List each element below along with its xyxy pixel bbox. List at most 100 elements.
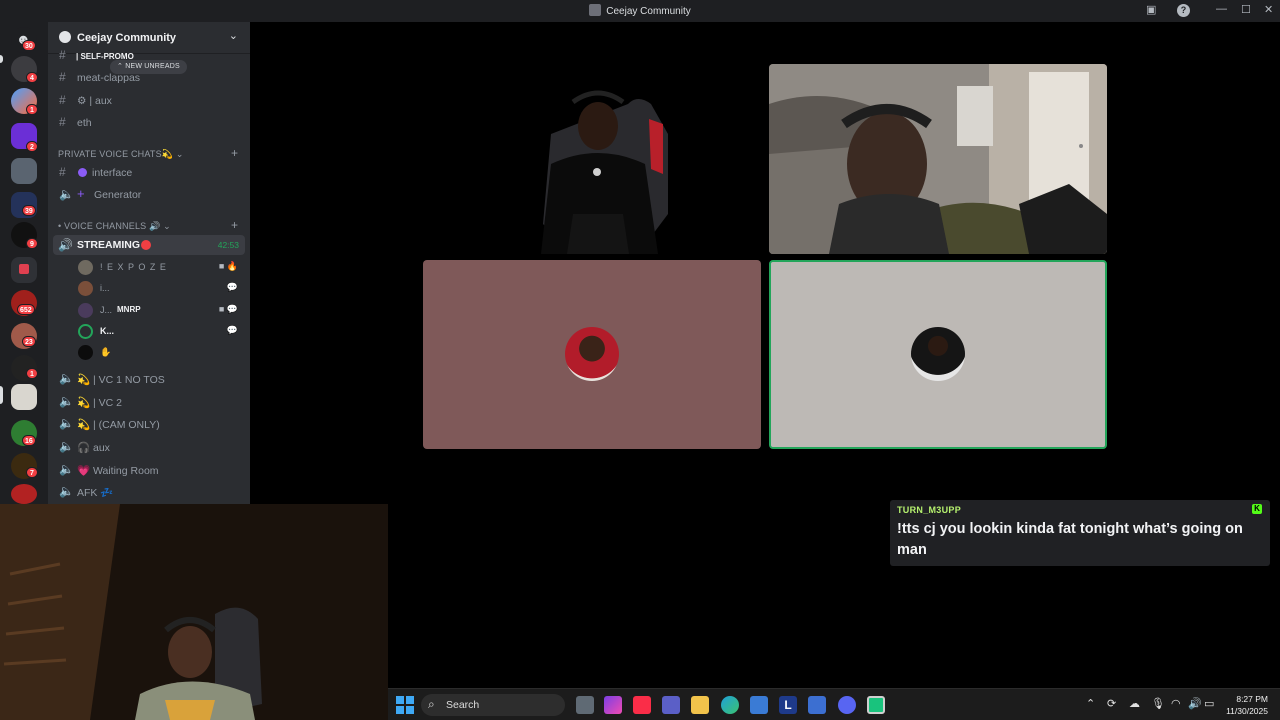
inbox-icon[interactable]: ▣ <box>1146 3 1156 16</box>
participant-video <box>769 64 1107 254</box>
app-icon[interactable] <box>808 696 826 714</box>
server-rail: ☻ 30 4 1 2 39 9 652 23 1 16 7 <box>0 22 48 504</box>
folder-icon[interactable] <box>11 257 37 283</box>
channel-eth[interactable]: # eth <box>54 113 244 133</box>
voice-user[interactable]: i... 💬 <box>78 278 244 298</box>
speaker-icon: 🔈 <box>59 416 74 430</box>
channel-label: AFK 💤 <box>77 487 114 499</box>
microphone-icon[interactable]: 🎙 <box>1151 697 1165 710</box>
voice-channel-afk[interactable]: 🔈 AFK 💤 <box>54 482 244 502</box>
participant-avatar <box>565 327 619 381</box>
store-icon[interactable] <box>750 696 768 714</box>
taskbar-search[interactable]: ⌕ Search <box>421 694 565 716</box>
voice-user[interactable]: ✋ <box>78 342 244 362</box>
channel-label: ⚙ | aux <box>77 95 112 107</box>
server-icon[interactable] <box>11 484 37 504</box>
new-unreads-pill[interactable]: ⌃ NEW UNREADS <box>110 60 187 74</box>
windows-start-icon[interactable] <box>396 696 414 714</box>
server-badge: 1 <box>26 368 38 379</box>
server-icon-ceejay[interactable] <box>11 384 37 410</box>
voice-channel-waiting-room[interactable]: 🔈 💗 Waiting Room <box>54 460 244 480</box>
taskbar-clock[interactable]: 8:27 PM 11/30/2025 <box>1226 693 1268 717</box>
music-icon[interactable] <box>633 696 651 714</box>
avatar <box>78 260 93 275</box>
server-badge: 4 <box>26 72 38 83</box>
category-voice-channels[interactable]: • VOICE CHANNELS 🔊 ⌄ <box>58 221 171 232</box>
l-app-icon[interactable]: L <box>779 696 797 714</box>
clock-date: 11/30/2025 <box>1226 706 1268 716</box>
sync-icon[interactable]: ⟳ <box>1107 697 1116 710</box>
selected-indicator <box>0 386 3 404</box>
chevron-up-icon[interactable]: ⌃ <box>1086 697 1095 710</box>
hash-icon: # <box>59 70 66 84</box>
chat-username: TURN_M3UPP <box>897 505 962 515</box>
voice-channel-vc2[interactable]: 🔈 💫 | VC 2 <box>54 392 244 412</box>
wifi-icon[interactable]: ◠ <box>1171 697 1181 710</box>
speaker-icon: 🔈 <box>59 394 74 408</box>
voice-channel-aux[interactable]: 🔈 🎧 aux <box>54 437 244 457</box>
task-view-icon[interactable] <box>576 696 594 714</box>
minimize-button[interactable]: — <box>1216 3 1227 15</box>
help-icon[interactable]: ? <box>1177 4 1190 17</box>
active-app-icon[interactable] <box>867 696 885 714</box>
copilot-icon[interactable] <box>604 696 622 714</box>
voice-channel-cam-only[interactable]: 🔈 💫 | (CAM ONLY) <box>54 414 244 434</box>
chevron-down-icon[interactable]: ⌄ <box>229 29 238 42</box>
voice-user[interactable]: J... MNRP ■ 💬 <box>78 300 244 320</box>
voice-user-name: ✋ <box>100 347 112 357</box>
channel-label: interface <box>92 167 133 179</box>
speaker-icon: 🔈 <box>59 187 74 201</box>
speaker-icon: 🔈 <box>59 371 74 385</box>
call-timer: 42:53 <box>217 240 239 250</box>
voice-user-name: K... <box>100 326 115 336</box>
participant-tile-speaking[interactable] <box>769 260 1107 449</box>
channel-aux[interactable]: # ⚙ | aux <box>54 91 244 111</box>
chat-message: !tts cj you lookin kinda fat tonight wha… <box>897 521 1243 558</box>
file-explorer-icon[interactable] <box>691 696 709 714</box>
maximize-button[interactable]: ☐ <box>1241 3 1251 16</box>
channel-generator[interactable]: 🔈 + Generator <box>54 185 244 205</box>
battery-icon[interactable]: ▭ <box>1204 697 1214 710</box>
server-badge: 30 <box>22 40 36 51</box>
channel-label: eth <box>77 117 92 129</box>
webcam-feed <box>0 504 388 720</box>
speaker-icon: 🔈 <box>59 484 74 498</box>
voice-channel-vc1[interactable]: 🔈 💫 | VC 1 NO TOS <box>54 369 244 389</box>
category-private-voice[interactable]: PRIVATE VOICE CHATS💫 ⌄ <box>58 149 184 160</box>
title-bar: Ceejay Community ▣ ? — ☐ ✕ <box>0 0 1280 22</box>
cloud-icon[interactable]: ☁ <box>1129 697 1140 710</box>
avatar <box>78 303 93 318</box>
server-badge: 2 <box>26 141 38 152</box>
channel-label: 💫 | (CAM ONLY) <box>77 419 160 431</box>
video-tile[interactable] <box>769 64 1107 254</box>
chat-bubble-icon: 💬 <box>226 282 238 292</box>
search-placeholder: Search <box>446 699 480 711</box>
edge-icon[interactable] <box>721 696 739 714</box>
unread-indicator <box>0 55 3 63</box>
discord-taskbar-icon[interactable] <box>838 696 856 714</box>
voice-user[interactable]: ! E X P O Z E ■ 🔥 <box>78 257 244 277</box>
teams-icon[interactable] <box>662 696 680 714</box>
purple-dot-icon <box>78 168 87 177</box>
close-button[interactable]: ✕ <box>1264 3 1273 16</box>
volume-icon[interactable]: 🔊 <box>1188 697 1202 710</box>
add-channel-icon[interactable]: + <box>231 146 238 160</box>
server-icon[interactable] <box>11 158 37 184</box>
chat-bubble-icon: 💬 <box>226 325 238 335</box>
server-badge: 16 <box>22 435 36 446</box>
voice-channel-streaming[interactable]: 🔊 STREAMING 42:53 <box>53 235 245 255</box>
add-channel-icon[interactable]: + <box>231 218 238 232</box>
speaker-icon: 🔊 <box>58 238 73 252</box>
speaker-icon: 🔈 <box>59 462 74 476</box>
camera-icon: ■ 🔥 <box>218 261 238 271</box>
channel-interface[interactable]: # interface <box>54 163 244 183</box>
voice-user-name: ! E X P O Z E <box>100 262 167 272</box>
participant-tile[interactable] <box>423 260 761 449</box>
video-tile[interactable] <box>423 64 761 254</box>
hash-icon: # <box>59 93 66 107</box>
guild-name: Ceejay Community <box>77 32 177 44</box>
voice-user[interactable]: K... 💬 <box>78 321 244 341</box>
speaker-icon: 🔈 <box>59 439 74 453</box>
voice-user-name: J... <box>100 305 113 315</box>
server-badge: 652 <box>17 304 35 315</box>
